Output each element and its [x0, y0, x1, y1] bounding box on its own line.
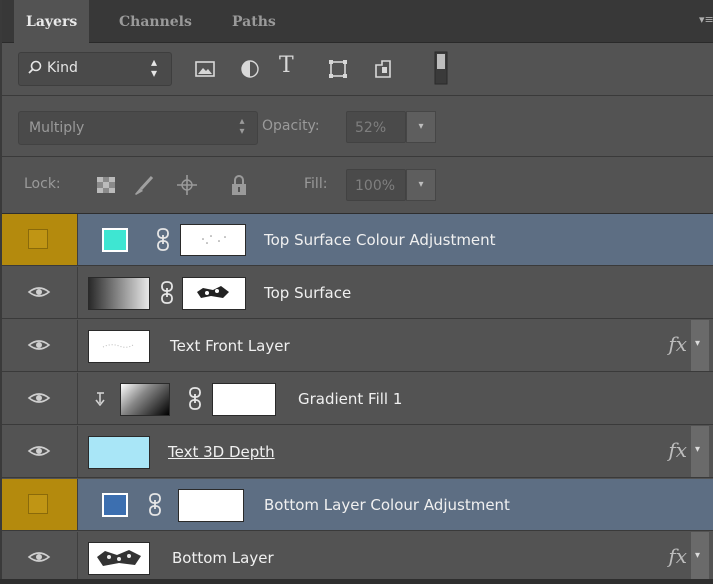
opacity-label: Opacity: [262, 118, 320, 134]
lock-row: Lock: Fill: 100% ▾ [2, 157, 713, 214]
fill-dropdown-button[interactable]: ▾ [406, 169, 436, 201]
layer-row-bottom-layer-colour-adjustment[interactable]: Bottom Layer Colour Adjustment [2, 479, 713, 531]
expand-effects-button[interactable]: ▾ [691, 320, 709, 371]
eye-icon [27, 287, 51, 297]
fill-label: Fill: [304, 176, 328, 192]
filter-kind-label: Kind [47, 60, 78, 76]
lock-label: Lock: [24, 176, 61, 192]
eye-icon [27, 340, 51, 350]
blend-row: Multiply ▴ ▾ Opacity: 52% ▾ [2, 96, 713, 157]
layer-row-top-surface[interactable]: Top Surface [2, 267, 713, 319]
filter-kind-select[interactable]: Kind ▴ ▾ [18, 52, 172, 86]
chevron-down-icon: ▾ [695, 550, 701, 561]
layer-name[interactable]: Top Surface [264, 284, 351, 302]
blend-mode-select[interactable]: Multiply ▴ ▾ [18, 111, 258, 145]
fill-input[interactable]: 100% [346, 169, 406, 201]
panel-left-border [0, 0, 2, 584]
shape-filter-icon[interactable] [326, 57, 350, 81]
layer-name[interactable]: Gradient Fill 1 [298, 390, 402, 408]
chevron-down-icon: ▾ [695, 444, 701, 455]
search-icon [28, 60, 42, 74]
link-icon[interactable] [148, 492, 162, 518]
layer-thumbnail[interactable] [88, 277, 150, 310]
eye-icon [27, 446, 51, 456]
panel-menu-icon[interactable]: ▾≡ [699, 14, 713, 26]
adjustment-filter-icon[interactable] [238, 57, 262, 81]
visibility-toggle[interactable] [2, 320, 78, 371]
tab-layers[interactable]: Layers [14, 0, 90, 43]
visibility-off-icon [28, 494, 48, 514]
layer-thumbnail[interactable] [88, 542, 150, 575]
layer-name[interactable]: Text 3D Depth [168, 443, 275, 461]
blend-mode-value: Multiply [29, 120, 85, 136]
eye-icon [27, 552, 51, 562]
link-icon[interactable] [156, 227, 170, 253]
layer-mask-thumbnail[interactable] [180, 224, 246, 256]
tab-paths[interactable]: Paths [220, 0, 288, 42]
panel-tab-bar: Layers Channels Paths ▾≡ [2, 0, 713, 43]
layer-name[interactable]: Bottom Layer [172, 549, 274, 567]
layer-mask-thumbnail[interactable] [182, 277, 246, 310]
visibility-toggle[interactable] [2, 479, 78, 530]
smart-object-filter-icon[interactable] [371, 57, 395, 81]
visibility-toggle[interactable] [2, 267, 78, 318]
filter-toggle-icon[interactable] [434, 51, 448, 85]
layer-row-text-3d-depth[interactable]: Text 3D Depth fx ▾ [2, 426, 713, 478]
layer-name[interactable]: Top Surface Colour Adjustment [264, 231, 496, 249]
layer-effects-icon[interactable]: fx [668, 332, 687, 356]
layer-row-top-surface-colour-adjustment[interactable]: Top Surface Colour Adjustment [2, 214, 713, 266]
layer-row-gradient-fill-1[interactable]: Gradient Fill 1 [2, 373, 713, 425]
lock-position-icon[interactable] [175, 173, 199, 197]
layer-effects-icon[interactable]: fx [668, 438, 687, 462]
visibility-toggle[interactable] [2, 532, 78, 583]
layer-row-text-front-layer[interactable]: Text Front Layer fx ▾ [2, 320, 713, 372]
filter-row: Kind ▴ ▾ T [2, 43, 713, 96]
visibility-toggle[interactable] [2, 426, 78, 477]
layer-row-bottom-layer[interactable]: Bottom Layer fx ▾ [2, 532, 713, 584]
layer-thumbnail[interactable] [120, 383, 170, 416]
visibility-off-icon [28, 229, 48, 249]
expand-effects-button[interactable]: ▾ [691, 426, 709, 477]
layer-mask-thumbnail[interactable] [178, 489, 244, 522]
lock-transparent-icon[interactable] [94, 173, 118, 197]
visibility-toggle[interactable] [2, 214, 78, 265]
layer-thumbnail[interactable] [102, 493, 128, 517]
visibility-toggle[interactable] [2, 373, 78, 424]
tab-channels[interactable]: Channels [107, 0, 204, 42]
select-arrows-icon: ▴ ▾ [150, 55, 158, 80]
link-icon[interactable] [160, 280, 174, 306]
opacity-dropdown-button[interactable]: ▾ [406, 111, 436, 143]
eye-icon [27, 393, 51, 403]
layer-thumbnail[interactable] [102, 228, 128, 252]
layer-name[interactable]: Text Front Layer [170, 337, 290, 355]
clipping-mask-icon [95, 392, 105, 406]
layer-thumbnail[interactable] [88, 330, 150, 363]
type-filter-icon[interactable]: T [279, 53, 294, 78]
link-icon[interactable] [188, 386, 202, 412]
lock-all-icon[interactable] [227, 173, 251, 197]
lock-image-icon[interactable] [131, 173, 155, 197]
layer-name[interactable]: Bottom Layer Colour Adjustment [264, 496, 510, 514]
chevron-down-icon: ▾ [695, 338, 701, 349]
panel-bottom-border [0, 579, 713, 584]
image-filter-icon[interactable] [193, 57, 217, 81]
select-arrows-icon: ▴ ▾ [239, 116, 245, 137]
opacity-input[interactable]: 52% [346, 111, 406, 143]
layer-effects-icon[interactable]: fx [668, 544, 687, 568]
expand-effects-button[interactable]: ▾ [691, 532, 709, 583]
layer-thumbnail[interactable] [88, 436, 150, 469]
layers-panel: Layers Channels Paths ▾≡ Kind ▴ ▾ T Mult… [0, 0, 713, 584]
layer-mask-thumbnail[interactable] [212, 383, 276, 416]
